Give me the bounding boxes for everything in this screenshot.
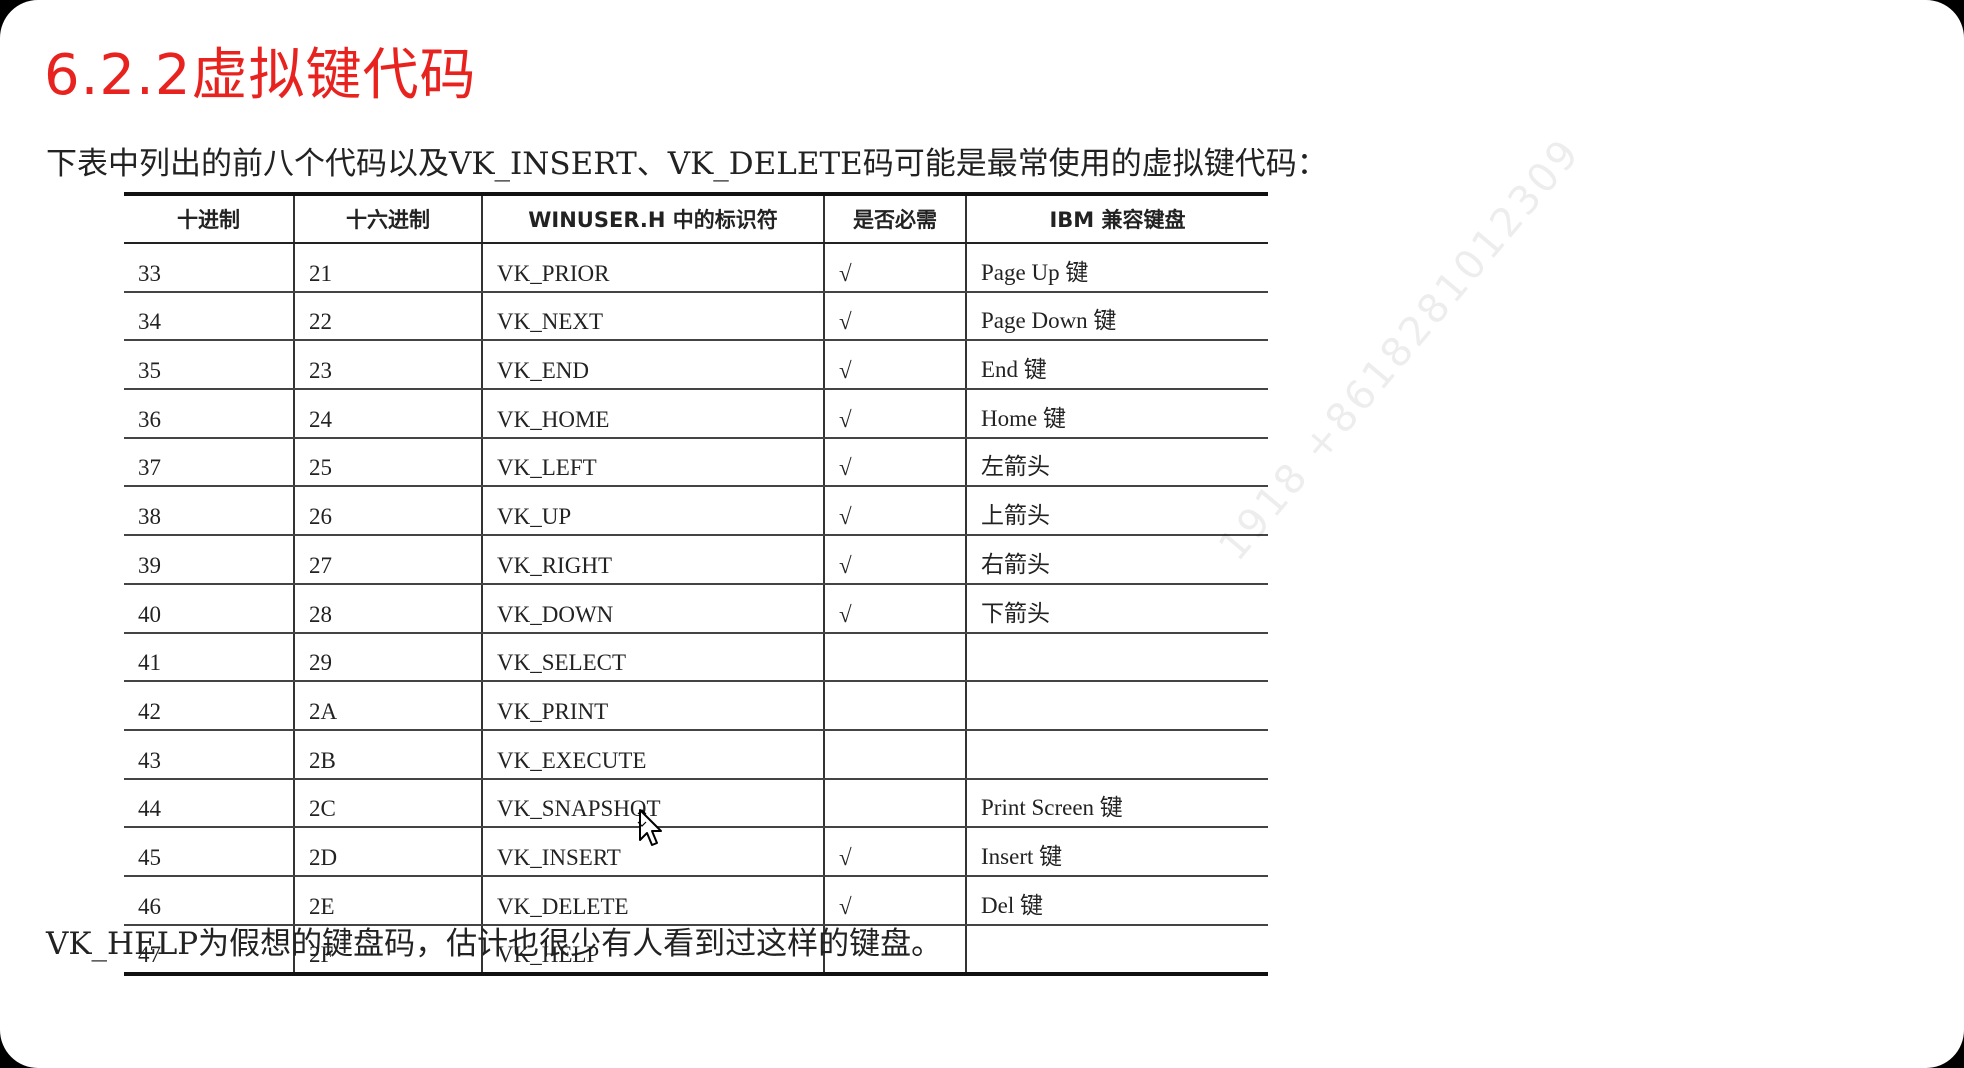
cell-required: √ xyxy=(823,340,966,391)
cell-identifier: VK_LEFT xyxy=(481,437,824,488)
cell-decimal: 38 xyxy=(124,486,294,537)
cell-ibm-key xyxy=(965,729,1268,780)
cell-decimal: 43 xyxy=(124,729,294,780)
cell-ibm-key xyxy=(965,632,1268,683)
cell-hex: 2A xyxy=(293,681,482,731)
cell-decimal: 34 xyxy=(124,291,294,342)
cell-required: √ xyxy=(823,583,966,634)
cell-identifier: VK_UP xyxy=(481,486,824,537)
cell-decimal: 45 xyxy=(124,827,294,877)
header-ibm-keyboard: IBM 兼容键盘 xyxy=(965,194,1268,244)
table-row: 35 23 VK_END √ End 键 xyxy=(124,340,1268,391)
table-row: 44 2C VK_SNAPSHOT Print Screen 键 xyxy=(124,778,1268,829)
move-cursor-icon xyxy=(637,809,662,846)
footer-note: VK_HELP为假想的键盘码，估计也很少有人看到过这样的键盘。 xyxy=(46,926,943,962)
cell-decimal: 41 xyxy=(124,632,294,683)
cell-ibm-key: Print Screen 键 xyxy=(965,778,1268,829)
cell-hex: 2B xyxy=(293,729,482,780)
table-row: 45 2D VK_INSERT √ Insert 键 xyxy=(124,827,1268,877)
cell-required xyxy=(823,681,966,731)
cell-ibm-key: End 键 xyxy=(965,340,1268,391)
cell-hex: 27 xyxy=(293,535,482,585)
cell-identifier: VK_SELECT xyxy=(481,632,824,683)
cell-required: √ xyxy=(823,437,966,488)
cell-identifier: VK_DOWN xyxy=(481,583,824,634)
cell-identifier: VK_HOME xyxy=(481,389,824,439)
cell-hex: 26 xyxy=(293,486,482,537)
cell-ibm-key: Del 键 xyxy=(965,875,1268,926)
cell-required xyxy=(823,632,966,683)
cell-identifier: VK_EXECUTE xyxy=(481,729,824,780)
cell-identifier: VK_PRIOR xyxy=(481,243,824,293)
cell-ibm-key: Insert 键 xyxy=(965,827,1268,877)
cell-ibm-key: Page Up 键 xyxy=(965,243,1268,293)
cell-hex: 2D xyxy=(293,827,482,877)
table-row: 37 25 VK_LEFT √ 左箭头 xyxy=(124,437,1268,488)
cell-required: √ xyxy=(823,243,966,293)
table-header-row: 十进制 十六进制 WINUSER.H 中的标识符 是否必需 IBM 兼容键盘 xyxy=(124,194,1268,244)
cell-required: √ xyxy=(823,535,966,585)
cell-hex: 22 xyxy=(293,291,482,342)
cell-required: √ xyxy=(823,486,966,537)
cell-hex: 28 xyxy=(293,583,482,634)
cell-decimal: 37 xyxy=(124,437,294,488)
cell-required xyxy=(823,729,966,780)
header-identifier: WINUSER.H 中的标识符 xyxy=(481,194,824,244)
cell-ibm-key xyxy=(965,681,1268,731)
cell-required: √ xyxy=(823,827,966,877)
table-row: 38 26 VK_UP √ 上箭头 xyxy=(124,486,1268,537)
cell-hex: 21 xyxy=(293,243,482,293)
cell-hex: 29 xyxy=(293,632,482,683)
cell-hex: 24 xyxy=(293,389,482,439)
cell-identifier: VK_END xyxy=(481,340,824,391)
table-row: 39 27 VK_RIGHT √ 右箭头 xyxy=(124,535,1268,585)
cell-required xyxy=(823,778,966,829)
cell-decimal: 44 xyxy=(124,778,294,829)
cell-decimal: 36 xyxy=(124,389,294,439)
cell-hex: 2C xyxy=(293,778,482,829)
cell-decimal: 42 xyxy=(124,681,294,731)
cell-identifier: VK_NEXT xyxy=(481,291,824,342)
cell-ibm-key: 左箭头 xyxy=(965,437,1268,488)
header-decimal: 十进制 xyxy=(124,194,294,244)
cell-decimal: 39 xyxy=(124,535,294,585)
cell-identifier: VK_RIGHT xyxy=(481,535,824,585)
cell-ibm-key: Page Down 键 xyxy=(965,291,1268,342)
table-row: 41 29 VK_SELECT xyxy=(124,632,1268,683)
table-row: 33 21 VK_PRIOR √ Page Up 键 xyxy=(124,243,1268,293)
cell-decimal: 35 xyxy=(124,340,294,391)
cell-required: √ xyxy=(823,291,966,342)
table-row: 40 28 VK_DOWN √ 下箭头 xyxy=(124,583,1268,634)
cell-decimal: 33 xyxy=(124,243,294,293)
header-required: 是否必需 xyxy=(823,194,966,244)
virtual-key-table: 十进制 十六进制 WINUSER.H 中的标识符 是否必需 IBM 兼容键盘 3… xyxy=(124,192,1268,977)
cell-ibm-key: 下箭头 xyxy=(965,583,1268,634)
cell-hex: 25 xyxy=(293,437,482,488)
cell-hex: 23 xyxy=(293,340,482,391)
cell-required: √ xyxy=(823,389,966,439)
table-row: 43 2B VK_EXECUTE xyxy=(124,729,1268,780)
header-hex: 十六进制 xyxy=(293,194,482,244)
page-title: 6.2.2虚拟键代码 xyxy=(44,43,477,108)
cell-decimal: 40 xyxy=(124,583,294,634)
intro-text: 下表中列出的前八个代码以及VK_INSERT、VK_DELETE码可能是最常使用… xyxy=(46,146,1328,182)
table-row: 36 24 VK_HOME √ Home 键 xyxy=(124,389,1268,439)
cell-ibm-key: Home 键 xyxy=(965,389,1268,439)
slide: 6.2.2虚拟键代码 下表中列出的前八个代码以及VK_INSERT、VK_DEL… xyxy=(0,0,1964,1068)
table-row: 34 22 VK_NEXT √ Page Down 键 xyxy=(124,291,1268,342)
cell-identifier: VK_PRINT xyxy=(481,681,824,731)
table-row: 42 2A VK_PRINT xyxy=(124,681,1268,731)
cell-ibm-key xyxy=(965,924,1268,975)
table-body: 33 21 VK_PRIOR √ Page Up 键 34 22 VK_NEXT √ Page D… xyxy=(124,243,1268,975)
